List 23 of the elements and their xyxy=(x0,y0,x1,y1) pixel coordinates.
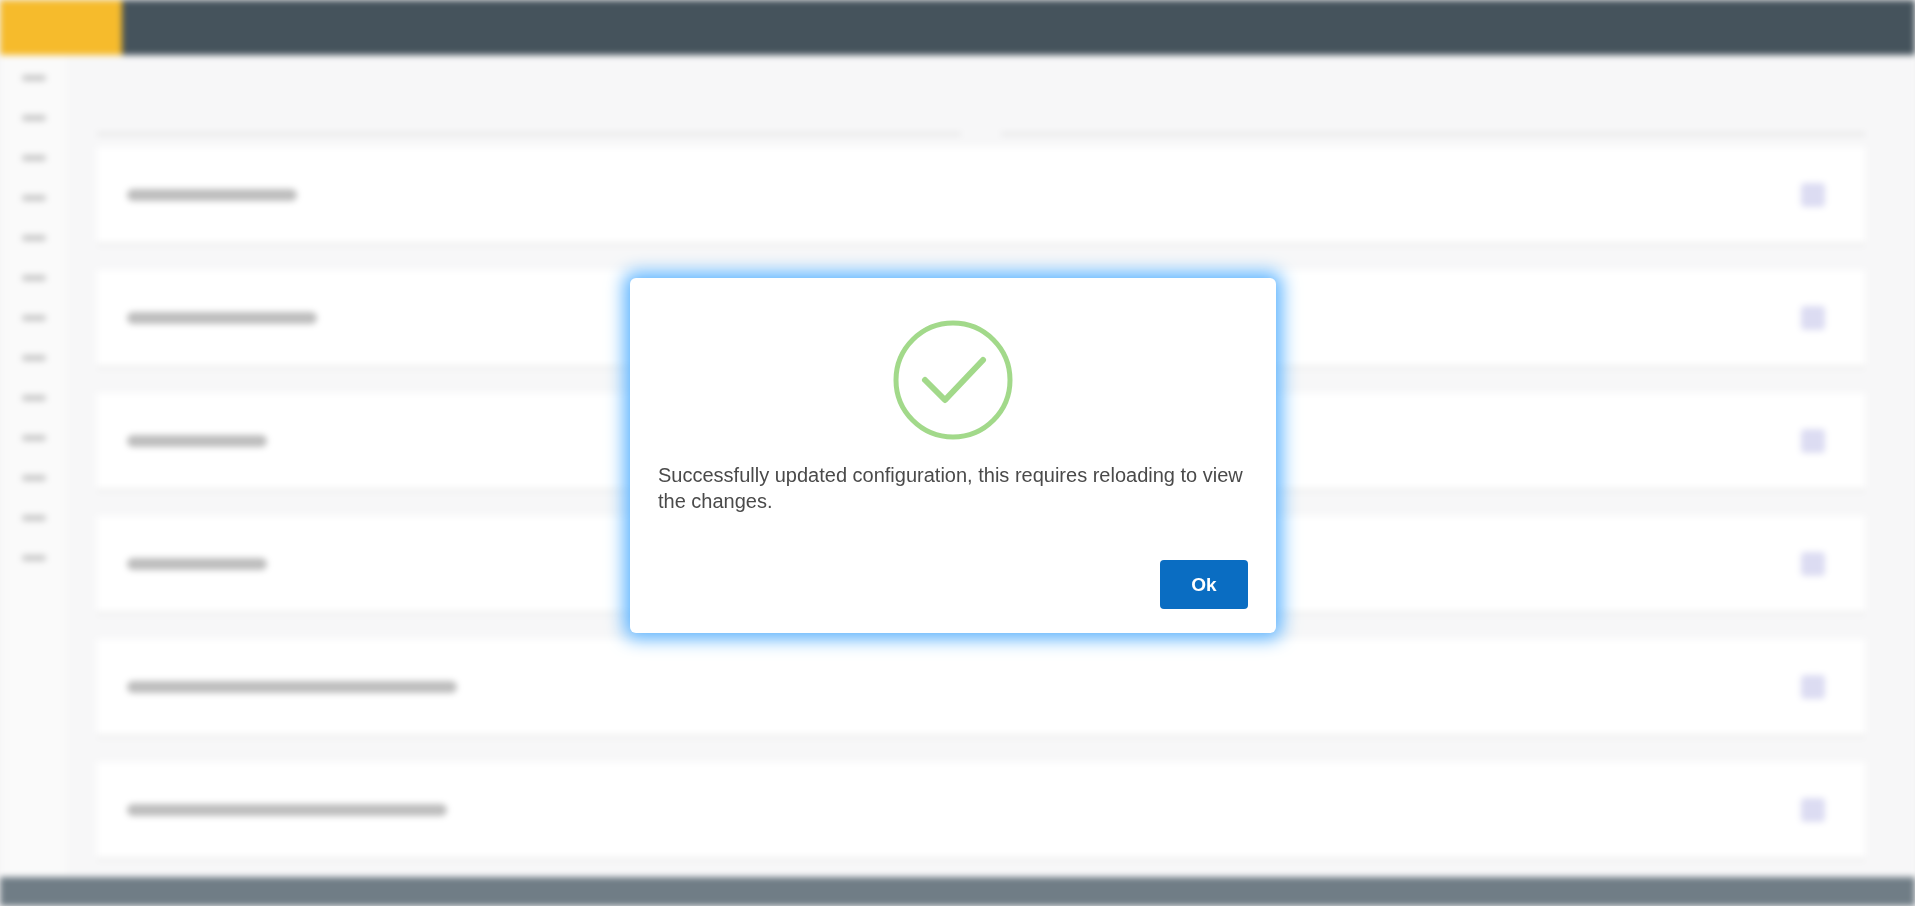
sidebar-icon[interactable] xyxy=(21,275,46,281)
sidebar-icon[interactable] xyxy=(21,555,46,561)
sidebar-icon[interactable] xyxy=(21,315,46,321)
sidebar-icon[interactable] xyxy=(21,155,46,161)
ok-button[interactable]: Ok xyxy=(1160,560,1248,609)
sidebar-icon[interactable] xyxy=(21,75,46,81)
sidebar-icon[interactable] xyxy=(21,475,46,481)
edit-icon[interactable] xyxy=(1801,306,1825,330)
sidebar-icon[interactable] xyxy=(21,435,46,441)
dialog-message: Successfully updated configuration, this requires reloading to view the changes. xyxy=(658,463,1244,514)
edit-icon[interactable] xyxy=(1801,675,1825,699)
sidebar-icon[interactable] xyxy=(21,395,46,401)
sidebar-icon[interactable] xyxy=(21,355,46,361)
sidebar-icon[interactable] xyxy=(21,515,46,521)
logo-icon xyxy=(0,0,122,55)
success-check-icon xyxy=(893,320,1013,440)
sidebar-icon[interactable] xyxy=(21,195,46,201)
sidebar-icon[interactable] xyxy=(21,235,46,241)
edit-icon[interactable] xyxy=(1801,429,1825,453)
sidebar-icon[interactable] xyxy=(21,115,46,121)
edit-icon[interactable] xyxy=(1801,552,1825,576)
edit-icon[interactable] xyxy=(1801,183,1825,207)
edit-icon[interactable] xyxy=(1801,798,1825,822)
